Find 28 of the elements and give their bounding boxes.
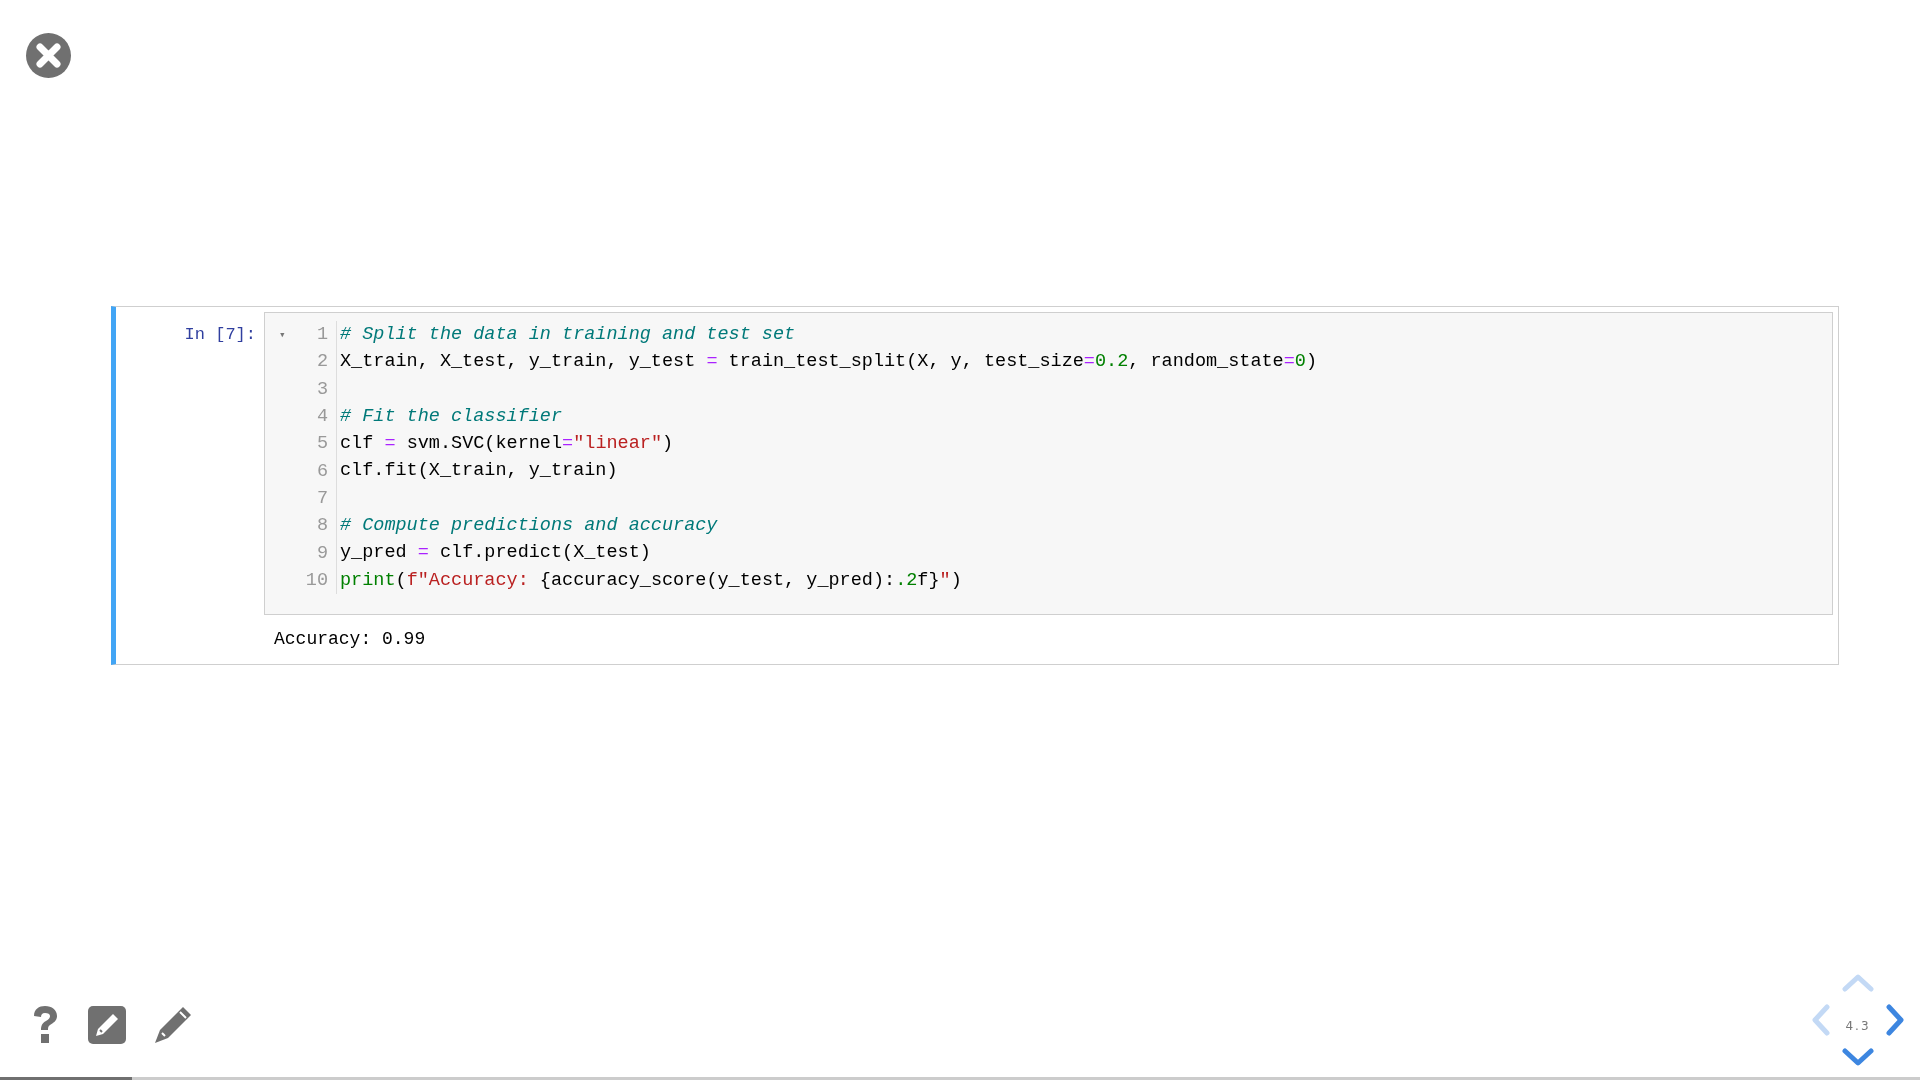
line-number: 8	[316, 515, 328, 537]
close-icon[interactable]	[26, 33, 71, 78]
pencil-square-icon[interactable]	[88, 1006, 126, 1044]
code-comment: # Fit the classifier	[340, 404, 563, 429]
line-number: 7	[316, 487, 328, 509]
line-number: 1	[316, 324, 328, 346]
line-number: 5	[316, 433, 328, 455]
line-number: 4	[316, 406, 328, 428]
slide-number: 4.3	[1844, 1019, 1872, 1033]
cell-output: Accuracy: 0.99	[273, 627, 426, 651]
code-comment: # Split the data in training and test set	[340, 323, 796, 347]
line-number: 6	[316, 460, 328, 482]
line-number: 9	[316, 542, 328, 564]
pencil-icon[interactable]	[154, 1006, 192, 1044]
code-line: clf.fit(X_train, y_train)	[340, 459, 618, 484]
fold-marker[interactable]: ▾	[279, 328, 286, 342]
code-editor[interactable]	[264, 312, 1833, 615]
line-number: 2	[316, 351, 328, 373]
code-line: clf = svm.SVC(kernel="linear")	[340, 432, 674, 457]
chevron-down-icon[interactable]	[1842, 1048, 1874, 1066]
line-number: 10	[305, 569, 328, 591]
input-prompt: In [7]:	[183, 324, 257, 346]
code-comment: # Compute predictions and accuracy	[340, 514, 718, 539]
code-line: X_train, X_test, y_train, y_test = train_test_split(X, y, test_size=0.2, random_state=0)	[340, 350, 1318, 375]
code-line: y_pred = clf.predict(X_test)	[340, 541, 651, 566]
line-number: 3	[316, 378, 328, 400]
chevron-right-icon[interactable]	[1886, 1004, 1904, 1036]
code-line: print(f"Accuracy: {accuracy_score(y_test, y_pred):.2f}")	[340, 568, 962, 593]
